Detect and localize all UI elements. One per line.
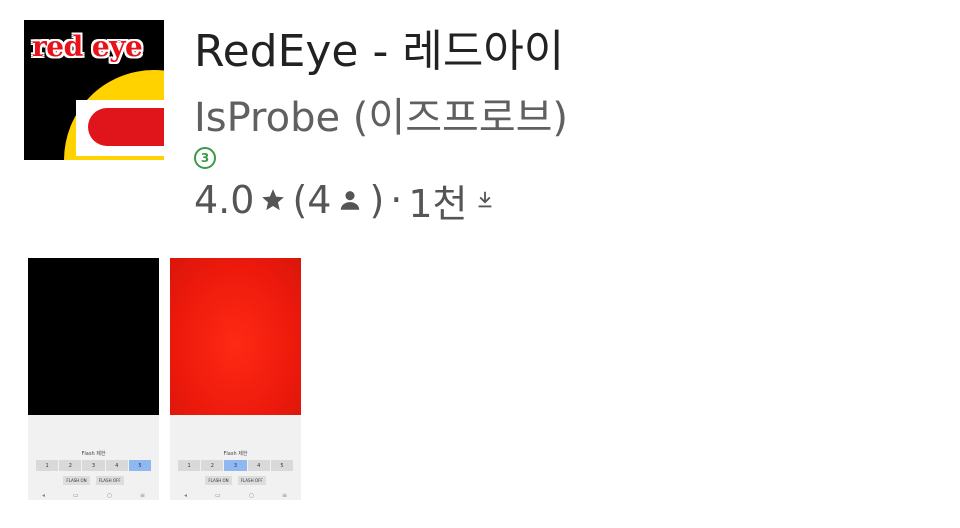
level-selector: 1 2 3 4 5 (36, 460, 152, 471)
level-option: 2 (201, 460, 224, 471)
screenshot-screen-black (28, 258, 159, 415)
app-logo-text: red eye (32, 30, 143, 63)
icon-red-pill (88, 108, 164, 146)
back-icon: ◂ (42, 491, 46, 499)
flash-buttons: FLASH ON FLASH OFF (170, 476, 301, 485)
screenshot-screen-red (170, 258, 301, 415)
level-option: 4 (105, 460, 128, 471)
flash-off-button: FLASH OFF (237, 476, 266, 485)
install-count: 1천 (408, 181, 468, 226)
level-option: 2 (59, 460, 82, 471)
app-title[interactable]: RedEye - 레드아이 (194, 30, 564, 74)
level-option: 4 (247, 460, 270, 471)
level-option: 5 (270, 460, 294, 471)
flash-on-button: FLASH ON (205, 476, 232, 485)
developer-name[interactable]: IsProbe (이즈프로브) (194, 98, 568, 138)
level-option-selected: 5 (128, 460, 152, 471)
review-count: (4 (292, 178, 332, 222)
menu-icon: ≡ (139, 491, 145, 499)
separator-dot: · (390, 178, 403, 222)
level-option: 3 (82, 460, 105, 471)
download-icon (474, 187, 496, 213)
recents-icon: ▭ (73, 491, 79, 499)
screenshot-thumbnail-1[interactable]: Flash 제한 1 2 3 4 5 FLASH ON FLASH OFF ◂ … (28, 258, 159, 500)
back-icon: ◂ (184, 491, 188, 499)
menu-icon: ≡ (281, 491, 287, 499)
recents-icon: ▭ (215, 491, 221, 499)
age-rating-badge: 3 (194, 147, 216, 169)
home-icon: ○ (106, 491, 112, 499)
level-option: 1 (36, 460, 59, 471)
flash-off-button: FLASH OFF (95, 476, 124, 485)
flash-on-button: FLASH ON (63, 476, 90, 485)
android-navbar: ◂ ▭ ○ ≡ (28, 490, 159, 500)
screenshot-thumbnail-2[interactable]: Flash 제한 1 2 3 4 5 FLASH ON FLASH OFF ◂ … (170, 258, 301, 500)
star-icon (260, 187, 286, 213)
flash-label: Flash 제한 (223, 451, 248, 457)
flash-label: Flash 제한 (81, 451, 106, 457)
review-close: ) (369, 178, 385, 222)
level-option: 1 (178, 460, 201, 471)
rating-value: 4.0 (194, 178, 255, 222)
flash-buttons: FLASH ON FLASH OFF (28, 476, 159, 485)
level-option-selected: 3 (224, 460, 247, 471)
level-selector: 1 2 3 4 5 (178, 460, 294, 471)
home-icon: ○ (248, 491, 254, 499)
app-stats: 4.0 (4 ) · 1천 (194, 178, 496, 226)
android-navbar: ◂ ▭ ○ ≡ (170, 490, 301, 500)
person-icon (337, 187, 363, 213)
app-icon[interactable]: red eye (24, 20, 164, 160)
